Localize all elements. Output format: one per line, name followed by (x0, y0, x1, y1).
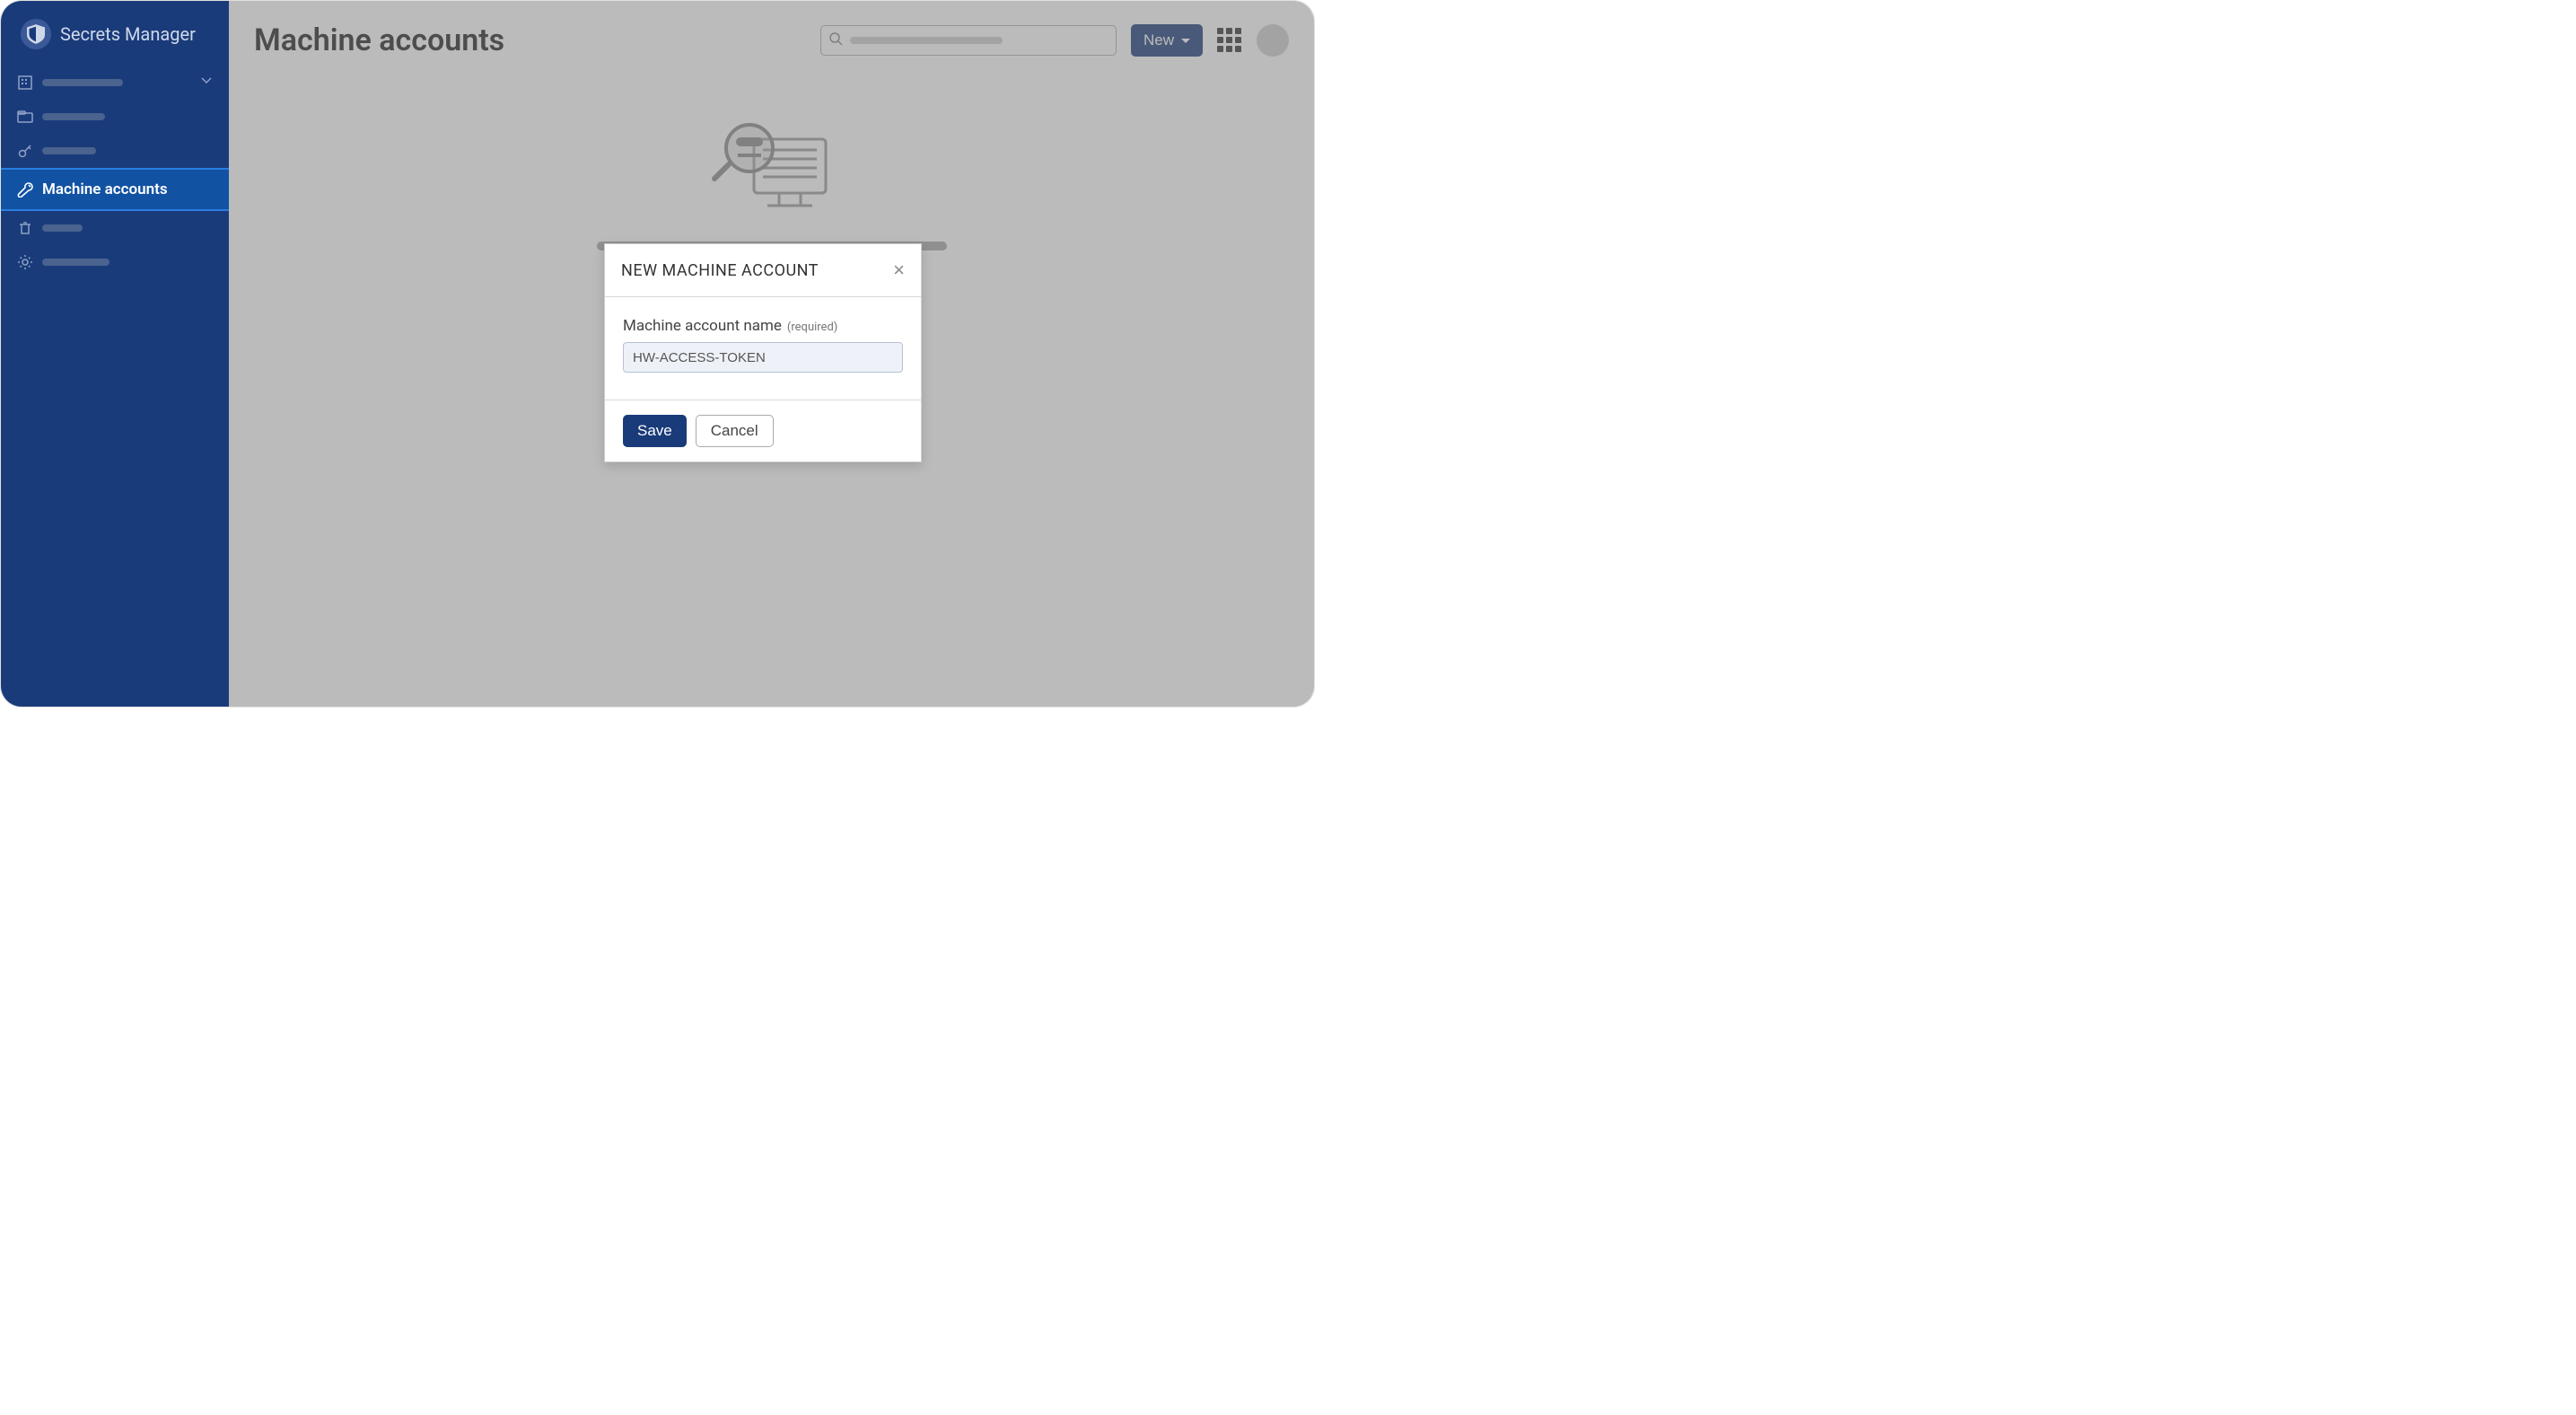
wrench-icon (17, 181, 33, 198)
sidebar: Secrets Manager (1, 1, 229, 707)
save-button[interactable]: Save (623, 415, 687, 447)
sidebar-item-settings[interactable] (1, 245, 229, 279)
shield-logo-icon (21, 19, 51, 49)
sidebar-nav: Machine accounts (1, 66, 229, 279)
sidebar-item-trash[interactable] (1, 211, 229, 245)
brand: Secrets Manager (1, 10, 229, 66)
building-icon (17, 75, 33, 91)
new-machine-account-modal: NEW MACHINE ACCOUNT × Machine account na… (604, 243, 922, 462)
close-icon[interactable]: × (893, 259, 905, 282)
machine-account-name-input[interactable] (623, 342, 903, 373)
chevron-down-icon (200, 75, 213, 91)
sidebar-item-secrets[interactable] (1, 134, 229, 168)
field-label-row: Machine account name (required) (623, 317, 903, 335)
folder-icon (17, 109, 33, 125)
modal-title: NEW MACHINE ACCOUNT (621, 261, 819, 280)
machine-account-name-label: Machine account name (623, 317, 782, 335)
cancel-button[interactable]: Cancel (696, 415, 774, 447)
key-icon (17, 143, 33, 159)
sidebar-item-label-redacted (42, 224, 83, 232)
sidebar-item-projects[interactable] (1, 100, 229, 134)
sidebar-item-label-redacted (42, 147, 96, 154)
sidebar-item-label-redacted (42, 259, 110, 266)
sidebar-item-label: Machine accounts (42, 180, 168, 198)
gear-icon (17, 254, 33, 270)
sidebar-item-org[interactable] (1, 66, 229, 100)
sidebar-item-machine-accounts[interactable]: Machine accounts (1, 168, 229, 211)
app-frame: Secrets Manager (0, 0, 1315, 708)
modal-body: Machine account name (required) (605, 297, 921, 400)
modal-footer: Save Cancel (605, 400, 921, 461)
trash-icon (17, 220, 33, 236)
sidebar-item-label-redacted (42, 113, 105, 120)
sidebar-item-label-redacted (42, 79, 123, 86)
required-hint: (required) (787, 321, 837, 334)
modal-header: NEW MACHINE ACCOUNT × (605, 244, 921, 297)
brand-title: Secrets Manager (60, 23, 196, 45)
